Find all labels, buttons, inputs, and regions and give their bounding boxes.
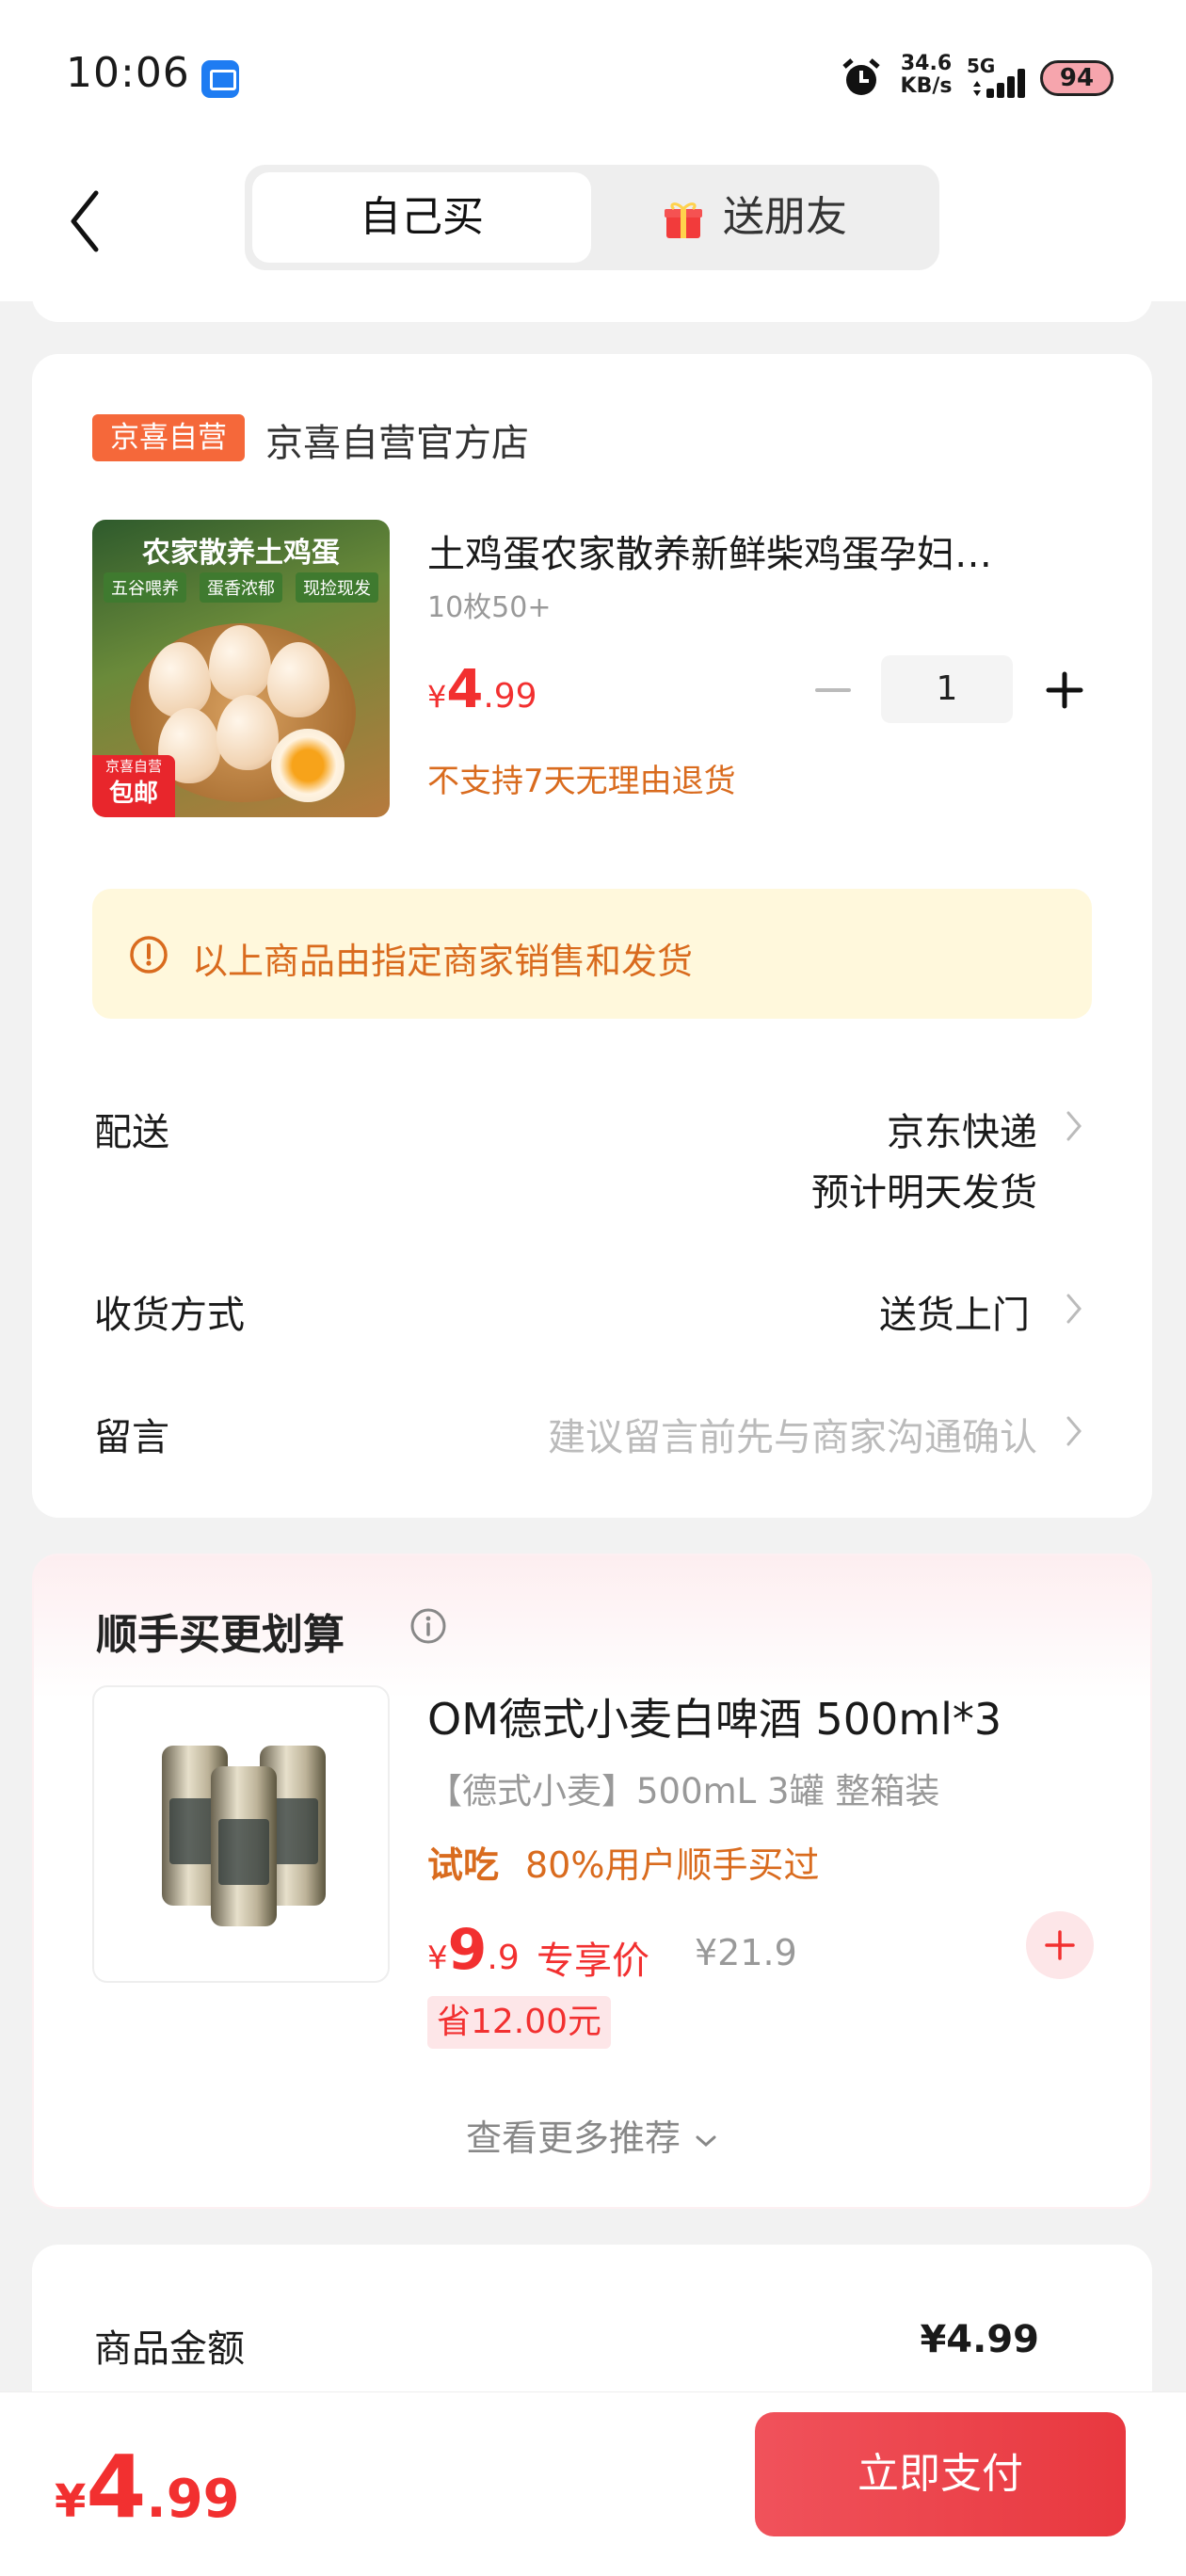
product-image-tags: 五谷喂养 蛋香浓郁 现捡现发 bbox=[104, 572, 378, 603]
price-decimal: .9 bbox=[487, 1939, 520, 1977]
product-title[interactable]: 土鸡蛋农家散养新鲜柴鸡蛋孕妇… bbox=[427, 523, 1077, 578]
delivery-label: 配送 bbox=[94, 1111, 169, 1154]
gift-icon bbox=[665, 202, 702, 238]
product-image[interactable]: 农家散养土鸡蛋 五谷喂养 蛋香浓郁 现捡现发 京喜自营 包邮 bbox=[92, 520, 390, 817]
egg-yolk-graphic bbox=[271, 729, 345, 802]
original-price: ¥21.9 bbox=[695, 1932, 797, 1973]
message-field[interactable]: 建议留言前先与商家沟通确认 bbox=[414, 1407, 1037, 1461]
tab-buy-for-self[interactable]: 自己买 bbox=[252, 172, 591, 263]
message-label: 留言 bbox=[94, 1416, 169, 1459]
beer-price: ¥9.9 bbox=[427, 1917, 520, 1983]
network-speed-value: 34.6 bbox=[900, 52, 953, 75]
chevron-right-icon[interactable] bbox=[1064, 1412, 1084, 1450]
badge-bottom-text: 包邮 bbox=[108, 780, 158, 808]
network-speed: 34.6 KB/s bbox=[900, 53, 953, 98]
info-icon bbox=[130, 936, 168, 974]
product-image-tag: 现捡现发 bbox=[296, 572, 378, 603]
purchase-rate-text: 80%用户顺手买过 bbox=[525, 1844, 820, 1886]
quantity-input[interactable]: 1 bbox=[881, 655, 1013, 723]
beer-spec: 【德式小麦】500mL 3罐 整箱装 bbox=[427, 1771, 940, 1811]
more-recommendations-link[interactable]: 查看更多推荐 bbox=[0, 2109, 1186, 2161]
beer-title[interactable]: OM德式小麦白啤酒 500ml*3 bbox=[427, 1685, 1002, 1747]
signal-icon bbox=[973, 69, 1025, 98]
battery-indicator: 94 bbox=[1040, 60, 1114, 96]
goods-amount-value: ¥4.99 bbox=[920, 2318, 1039, 2361]
add-to-order-button[interactable] bbox=[1026, 1911, 1094, 1979]
product-price: ¥4.99 bbox=[427, 659, 537, 720]
savings-badge: 省12.00元 bbox=[427, 1996, 612, 2049]
more-recommendations-label: 查看更多推荐 bbox=[465, 2117, 681, 2159]
recommendation-title: 顺手买更划算 bbox=[96, 1611, 345, 1659]
badge-top-text: 京喜自营 bbox=[104, 758, 162, 775]
receive-method-value[interactable]: 送货上门 bbox=[715, 1284, 1030, 1339]
price-currency: ¥ bbox=[427, 1940, 448, 1977]
alarm-icon bbox=[842, 58, 880, 95]
goods-amount-label: 商品金额 bbox=[94, 2327, 245, 2371]
store-tag: 京喜自营 bbox=[92, 414, 245, 461]
store-name[interactable]: 京喜自营官方店 bbox=[265, 412, 529, 467]
price-decimal: .99 bbox=[146, 2469, 240, 2530]
back-arrow-icon[interactable] bbox=[66, 184, 104, 259]
exclusive-price-label: 专享价 bbox=[537, 1940, 649, 1983]
product-spec: 10枚50+ bbox=[427, 591, 552, 624]
seller-notice-text: 以上商品由指定商家销售和发货 bbox=[192, 941, 694, 982]
price-decimal: .99 bbox=[483, 677, 537, 716]
info-icon[interactable] bbox=[409, 1606, 448, 1646]
chevron-down-icon bbox=[696, 2135, 716, 2147]
tab-send-to-friend-label: 送朋友 bbox=[723, 193, 847, 241]
product-image-tag: 五谷喂养 bbox=[104, 572, 186, 603]
price-currency: ¥ bbox=[55, 2475, 87, 2528]
price-integer: 9 bbox=[447, 1917, 488, 1983]
beer-can-graphic bbox=[211, 1766, 277, 1926]
beer-product-image[interactable] bbox=[92, 1685, 390, 1983]
total-price: ¥4.99 bbox=[55, 2437, 240, 2537]
free-shipping-badge: 京喜自营 包邮 bbox=[92, 755, 175, 817]
return-policy-notice: 不支持7天无理由退货 bbox=[427, 763, 736, 800]
quantity-decrease-button[interactable] bbox=[811, 668, 855, 712]
product-image-tag: 蛋香浓郁 bbox=[200, 572, 282, 603]
price-integer: 4 bbox=[86, 2437, 147, 2537]
network-speed-unit: KB/s bbox=[900, 74, 953, 98]
quantity-increase-button[interactable] bbox=[1043, 668, 1086, 712]
trial-tag: 试吃 bbox=[427, 1844, 500, 1886]
price-currency: ¥ bbox=[427, 679, 447, 715]
pay-now-button[interactable]: 立即支付 bbox=[755, 2412, 1126, 2536]
product-image-title: 农家散养土鸡蛋 bbox=[142, 537, 340, 570]
chevron-right-icon[interactable] bbox=[1064, 1107, 1084, 1145]
previous-card-bottom bbox=[32, 282, 1152, 322]
receive-method-label: 收货方式 bbox=[94, 1294, 245, 1337]
delivery-method[interactable]: 京东快递 bbox=[715, 1102, 1037, 1156]
status-time: 10:06 bbox=[66, 49, 190, 97]
price-integer: 4 bbox=[446, 659, 484, 720]
delivery-estimate: 预计明天发货 bbox=[811, 1171, 1037, 1215]
chevron-right-icon[interactable] bbox=[1064, 1290, 1084, 1328]
notification-app-icon bbox=[201, 60, 239, 98]
